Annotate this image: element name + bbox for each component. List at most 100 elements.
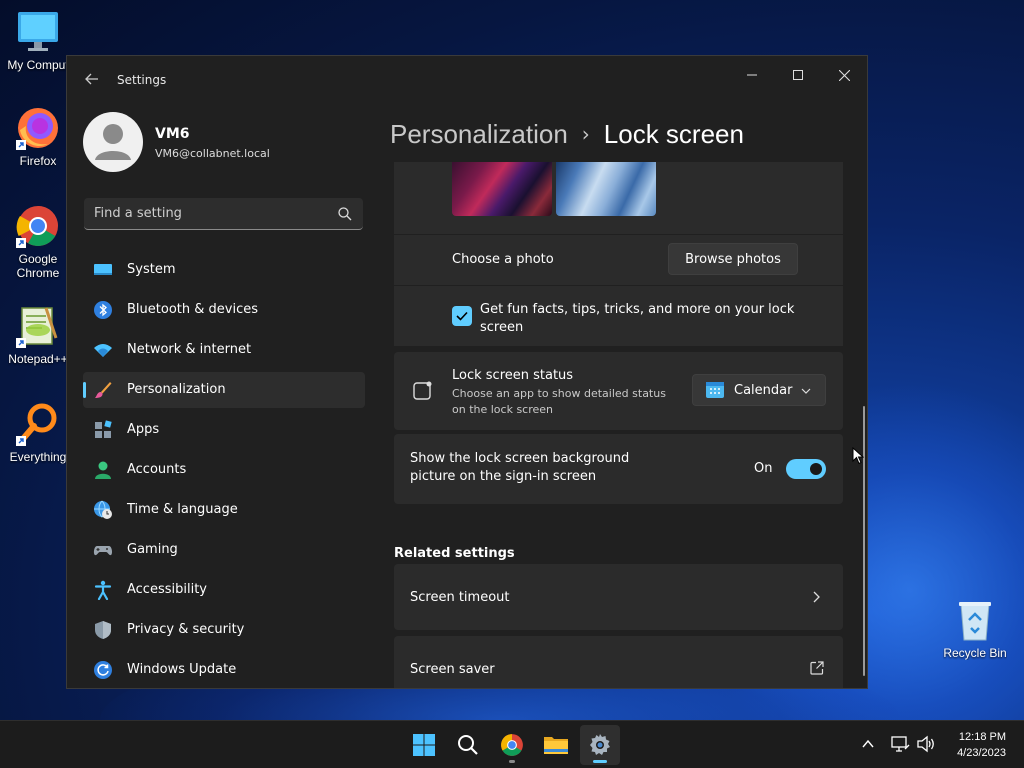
sidebar-nav: System Bluetooth & devices Network & int… <box>83 252 365 688</box>
chevron-up-icon[interactable] <box>862 739 874 749</box>
sidebar-item-label: Personalization <box>127 382 226 397</box>
sidebar-item-apps[interactable]: Apps <box>83 412 365 448</box>
desktop-icon-recycle-bin[interactable]: Recycle Bin <box>937 598 1013 660</box>
chevron-down-icon <box>801 388 811 394</box>
desktop-icon-my-computer[interactable]: My Comput <box>0 10 76 72</box>
accessibility-icon <box>94 580 112 600</box>
taskbar-settings-button[interactable] <box>580 725 620 765</box>
sidebar-item-system[interactable]: System <box>83 252 365 288</box>
signin-background-toggle[interactable] <box>786 459 826 479</box>
checkmark-icon <box>456 311 468 321</box>
screen-saver-label: Screen saver <box>410 662 495 677</box>
settings-window: Settings VM6 VM6@collabnet.local System <box>66 55 868 689</box>
sidebar-item-privacy-security[interactable]: Privacy & security <box>83 612 365 648</box>
screen-timeout-row[interactable]: Screen timeout <box>394 564 843 630</box>
breadcrumb-parent[interactable]: Personalization <box>390 119 568 150</box>
minimize-icon <box>747 74 757 76</box>
maximize-icon <box>793 70 803 80</box>
content-pane: Choose a photo Browse photos Get fun fac… <box>394 162 844 688</box>
desktop-icon-label: Firefox <box>19 154 57 168</box>
sidebar-item-windows-update[interactable]: Windows Update <box>83 652 365 688</box>
desktop-icon-label: My Comput <box>7 58 69 72</box>
status-app-dropdown[interactable]: Calendar <box>692 374 826 406</box>
network-icon[interactable] <box>890 735 910 753</box>
monitor-icon <box>94 264 112 275</box>
recent-photo-thumbnail[interactable] <box>556 162 656 216</box>
desktop-icon-label: Everything <box>9 450 67 464</box>
clock-date: 4/23/2023 <box>957 747 1006 759</box>
globe-clock-icon <box>94 500 112 519</box>
arrow-left-icon <box>85 73 98 85</box>
browse-photos-button[interactable]: Browse photos <box>668 243 798 275</box>
active-app-indicator <box>593 760 607 763</box>
recent-photo-thumbnail[interactable] <box>452 162 552 216</box>
sidebar-item-label: Bluetooth & devices <box>127 302 258 317</box>
sidebar-item-bluetooth[interactable]: Bluetooth & devices <box>83 292 365 328</box>
breadcrumb-separator: › <box>581 122 590 146</box>
sidebar-item-personalization[interactable]: Personalization <box>83 372 365 408</box>
search-icon[interactable] <box>337 206 353 222</box>
volume-icon[interactable] <box>916 735 936 753</box>
recent-photos-card <box>394 162 843 234</box>
chrome-icon <box>501 734 523 756</box>
search-input[interactable] <box>84 198 324 229</box>
start-button[interactable] <box>404 725 444 765</box>
wifi-icon <box>94 344 112 357</box>
minimize-button[interactable] <box>729 60 775 90</box>
fun-facts-row: Get fun facts, tips, tricks, and more on… <box>394 286 843 346</box>
search-box <box>84 198 363 230</box>
toggle-state-label: On <box>754 461 773 476</box>
status-app-value: Calendar <box>734 382 793 398</box>
taskbar-search-button[interactable] <box>448 725 488 765</box>
external-link-icon <box>810 661 824 675</box>
running-indicator <box>509 760 515 763</box>
screen-saver-row[interactable]: Screen saver <box>394 636 843 688</box>
sidebar-item-gaming[interactable]: Gaming <box>83 532 365 568</box>
title-bar: Settings <box>67 56 867 104</box>
user-profile[interactable]: VM6 VM6@collabnet.local <box>83 112 373 176</box>
taskbar-file-explorer-button[interactable] <box>536 725 576 765</box>
maximize-button[interactable] <box>775 60 821 90</box>
apps-icon <box>95 420 112 438</box>
calendar-icon <box>706 382 724 398</box>
taskbar-chrome-button[interactable] <box>492 725 532 765</box>
status-title: Lock screen status <box>452 368 574 383</box>
status-description: Choose an app to show detailed status on… <box>452 387 666 416</box>
avatar <box>83 112 143 172</box>
magnifier-icon <box>16 402 60 446</box>
system-clock[interactable]: 12:18 PM 4/23/2023 <box>957 729 1006 761</box>
related-settings-heading: Related settings <box>394 546 515 561</box>
choose-photo-row: Choose a photo Browse photos <box>394 235 843 285</box>
lock-screen-status-card: Lock screen status Choose an app to show… <box>394 352 843 430</box>
signin-background-label: Show the lock screen background picture … <box>410 451 630 484</box>
profile-email: VM6@collabnet.local <box>155 147 270 160</box>
desktop-icon-firefox[interactable]: Firefox <box>0 106 76 168</box>
profile-name: VM6 <box>155 126 190 142</box>
desktop-icon-everything[interactable]: Everything <box>0 402 76 464</box>
sidebar-item-accessibility[interactable]: Accessibility <box>83 572 365 608</box>
sidebar-item-label: Apps <box>127 422 160 437</box>
shield-icon <box>95 621 111 639</box>
search-icon <box>458 735 478 755</box>
chevron-right-icon <box>813 591 820 603</box>
notepad-plus-plus-icon <box>16 304 60 348</box>
window-title: Settings <box>117 73 167 87</box>
fun-facts-checkbox[interactable] <box>452 306 472 326</box>
clock-time: 12:18 PM <box>958 731 1006 743</box>
folder-icon <box>544 737 568 754</box>
close-button[interactable] <box>821 60 867 90</box>
sidebar-item-label: Network & internet <box>127 342 252 357</box>
sidebar-item-network[interactable]: Network & internet <box>83 332 365 368</box>
sidebar-item-accounts[interactable]: Accounts <box>83 452 365 488</box>
desktop-icon-google-chrome[interactable]: Google Chrome <box>0 204 76 280</box>
sidebar-item-label: Accounts <box>127 462 187 477</box>
sidebar-item-time-language[interactable]: Time & language <box>83 492 365 528</box>
person-icon <box>95 461 111 479</box>
choose-photo-label: Choose a photo <box>452 252 554 267</box>
monitor-icon <box>16 10 60 54</box>
desktop-icon-notepad-plus-plus[interactable]: Notepad++ <box>0 304 76 366</box>
fun-facts-label: Get fun facts, tips, tricks, and more on… <box>480 302 795 335</box>
back-button[interactable] <box>81 70 103 92</box>
screen-timeout-label: Screen timeout <box>410 590 510 605</box>
sidebar-item-label: Gaming <box>127 542 178 557</box>
